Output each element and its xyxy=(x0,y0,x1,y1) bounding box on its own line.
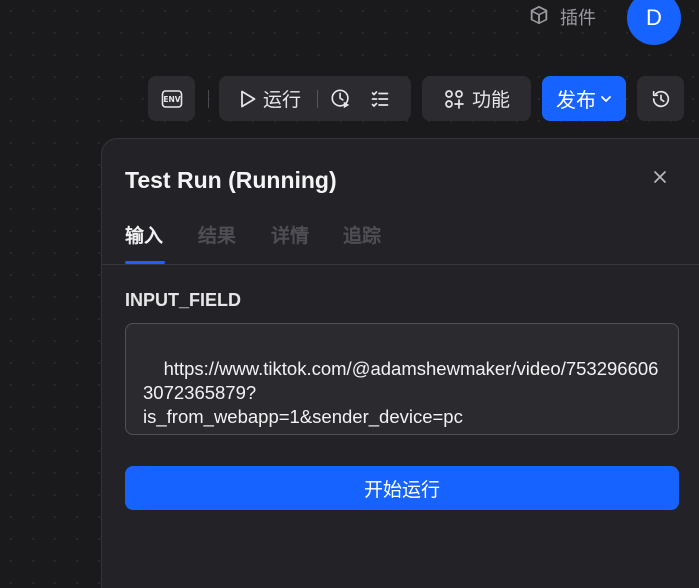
tab-trace[interactable]: 追踪 xyxy=(343,221,381,248)
test-run-panel: Test Run (Running) 输入 结果 详情 追踪 INPUT_FIE… xyxy=(101,138,699,588)
publish-label: 发布 xyxy=(556,90,596,112)
workflow-toolbar: ENV 运行 功能 发布 xyxy=(0,76,699,122)
grid-plus-icon xyxy=(444,89,464,109)
plugins-label: 插件 xyxy=(560,8,596,28)
function-label: 功能 xyxy=(472,90,511,111)
user-avatar[interactable]: D xyxy=(627,0,681,45)
panel-tabs: 输入 结果 详情 追踪 xyxy=(102,219,699,265)
chevron-down-icon xyxy=(600,93,612,105)
input-field-textarea[interactable]: https://www.tiktok.com/@adamshewmaker/vi… xyxy=(125,323,679,488)
checklist-icon[interactable] xyxy=(370,89,390,109)
play-icon[interactable] xyxy=(239,89,257,109)
tab-result[interactable]: 结果 xyxy=(198,221,236,248)
function-button[interactable]: 功能 xyxy=(422,76,531,121)
tab-input[interactable]: 输入 xyxy=(125,221,163,248)
run-label[interactable]: 运行 xyxy=(263,85,301,112)
plugins-link[interactable]: 插件 xyxy=(528,4,596,31)
start-run-button[interactable]: 开始运行 xyxy=(125,466,679,510)
avatar-letter: D xyxy=(646,5,662,30)
active-tab-indicator xyxy=(125,261,165,264)
tab-details[interactable]: 详情 xyxy=(271,221,309,248)
clock-play-icon[interactable] xyxy=(330,88,352,110)
history-button[interactable] xyxy=(637,76,684,121)
panel-title: Test Run (Running) xyxy=(125,167,337,193)
input-field-label: INPUT_FIELD xyxy=(125,290,242,310)
env-button[interactable]: ENV xyxy=(148,76,195,121)
svg-text:ENV: ENV xyxy=(163,95,180,104)
close-icon xyxy=(653,170,667,189)
input-field-value: https://www.tiktok.com/@adamshewmaker/vi… xyxy=(143,358,659,427)
resize-handle-icon[interactable] xyxy=(666,422,676,488)
top-bar: 插件 D xyxy=(0,0,699,45)
publish-button[interactable]: 发布 xyxy=(542,76,626,121)
close-button[interactable] xyxy=(651,170,669,188)
toolbar-divider xyxy=(208,90,209,108)
run-group-divider xyxy=(317,89,319,108)
history-icon xyxy=(650,88,672,110)
cube-icon xyxy=(528,4,550,31)
run-button-group: 运行 xyxy=(219,76,411,121)
env-icon: ENV xyxy=(160,87,184,111)
